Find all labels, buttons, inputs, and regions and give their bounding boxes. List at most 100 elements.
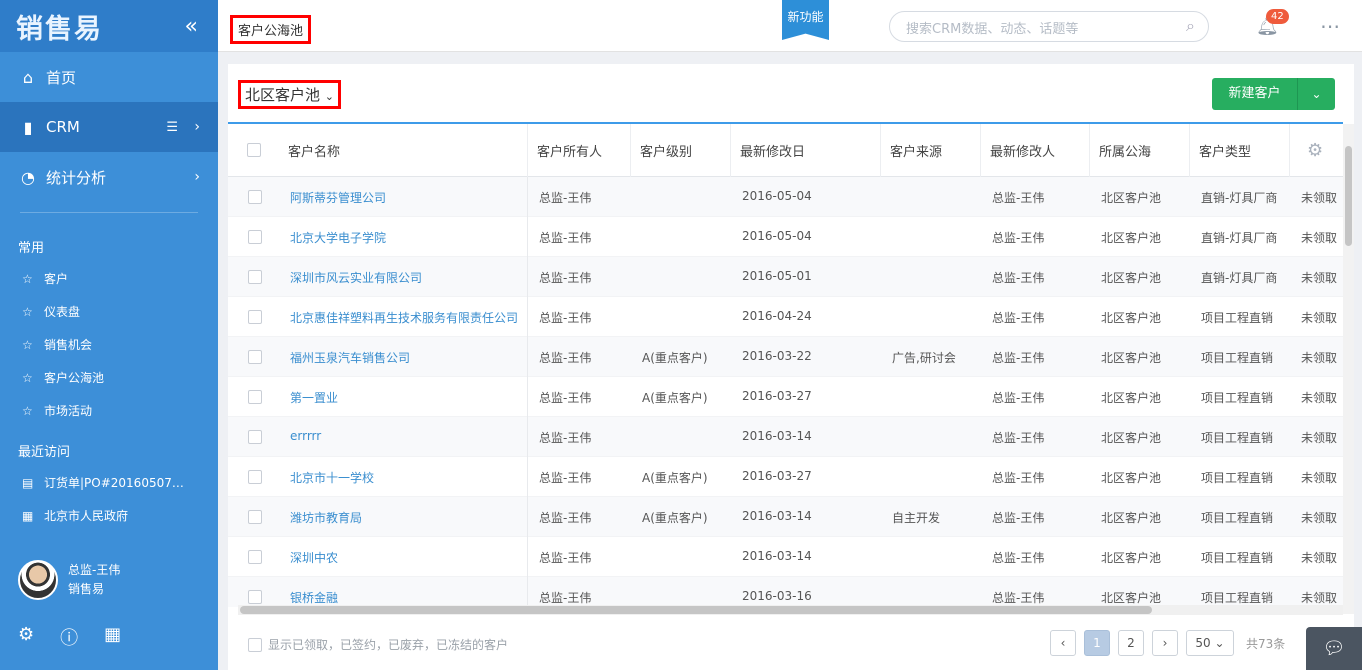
vertical-scroll-thumb[interactable] (1345, 146, 1352, 246)
customer-name-link[interactable]: 潍坊市教育局 (290, 509, 362, 526)
recent-item-order[interactable]: ▤ 订货单|PO#20160507… (0, 466, 218, 499)
next-page-button[interactable]: › (1152, 630, 1178, 656)
table-row[interactable]: 深圳中农 总监-王伟 2016-03-14 总监-王伟 北区客户池 项目工程直销 未领取 (228, 537, 1343, 577)
recent-item-government[interactable]: ▦ 北京市人民政府 (0, 499, 218, 532)
type-cell: 项目工程直销 (1201, 391, 1274, 405)
table-row[interactable]: 北京市十一学校 总监-王伟 A(重点客户) 2016-03-27 总监-王伟 北区客户池 项… (228, 457, 1343, 497)
type-cell: 项目工程直销 (1201, 591, 1274, 605)
new-customer-button[interactable]: 新建客户 ⌄ (1212, 78, 1335, 110)
pool-cell: 北区客户池 (1101, 551, 1162, 565)
new-features-ribbon[interactable]: 新功能 (782, 0, 829, 40)
horizontal-scroll-thumb[interactable] (240, 606, 1152, 614)
new-customer-label[interactable]: 新建客户 (1212, 78, 1298, 110)
customer-name-link[interactable]: 北京大学电子学院 (290, 229, 386, 246)
table-row[interactable]: 北京惠佳祥塑料再生技术服务有限责任公司 总监-王伟 2016-04-24 总监-王伟 北… (228, 297, 1343, 337)
apps-grid-icon[interactable]: ▦ (104, 624, 121, 650)
customer-name-link[interactable]: 北京惠佳祥塑料再生技术服务有限责任公司 (290, 309, 518, 326)
row-checkbox[interactable] (248, 430, 262, 444)
pool-cell: 北区客户池 (1101, 391, 1162, 405)
customer-name-link[interactable]: 银桥金融 (290, 589, 338, 606)
common-item-customer-pool[interactable]: ☆ 客户公海池 (0, 361, 218, 394)
table-row[interactable]: 银桥金融 总监-王伟 2016-03-16 总监-王伟 北区客户池 项目工程直销 未领取 (228, 577, 1343, 607)
owner-cell: 总监-王伟 (539, 551, 592, 565)
column-divider (1289, 124, 1290, 177)
customer-name-link[interactable]: 北京市十一学校 (290, 469, 374, 486)
table-row[interactable]: 潍坊市教育局 总监-王伟 A(重点客户) 2016-03-14 自主开发 总监-王伟 北区客… (228, 497, 1343, 537)
row-checkbox[interactable] (248, 510, 262, 524)
prev-page-button[interactable]: ‹ (1050, 630, 1076, 656)
common-item-dashboard[interactable]: ☆ 仪表盘 (0, 295, 218, 328)
type-cell: 项目工程直销 (1201, 551, 1274, 565)
column-settings-gear-icon[interactable]: ⚙ (1307, 140, 1323, 161)
row-checkbox[interactable] (248, 350, 262, 364)
search-icon[interactable]: ⌕ (1186, 16, 1195, 36)
row-checkbox[interactable] (248, 470, 262, 484)
row-checkbox[interactable] (248, 590, 262, 604)
type-cell: 项目工程直销 (1201, 351, 1274, 365)
row-checkbox[interactable] (248, 230, 262, 244)
customer-name-link[interactable]: 阿斯蒂芬管理公司 (290, 189, 386, 206)
table-row[interactable]: errrrr 总监-王伟 2016-03-14 总监-王伟 北区客户池 项目工程直销 未领取 (228, 417, 1343, 457)
column-header[interactable]: 客户类型 (1199, 141, 1251, 160)
star-icon: ☆ (22, 304, 33, 319)
page-size-select[interactable]: 50 ⌄ (1186, 630, 1234, 656)
main-panel: 北区客户池 ⌄ 新建客户 ⌄ 客户名称 客户所有人 客户级别 最新修改日 客户来… (228, 64, 1354, 670)
help-icon[interactable]: ⓘ (60, 624, 78, 650)
page-button[interactable]: 1 (1084, 630, 1110, 656)
column-divider (630, 124, 631, 177)
column-header[interactable]: 客户所有人 (537, 141, 602, 160)
customer-name-link[interactable]: errrrr (290, 429, 321, 443)
column-header[interactable]: 客户来源 (890, 141, 942, 160)
horizontal-scrollbar[interactable] (238, 605, 1343, 615)
sidebar: 销售易 « ⌂ 首页 ▮ CRM ☰ › ◔ 统计分析 › 常用 ☆ 客户 ☆ 仪表… (0, 0, 218, 670)
table-row[interactable]: 北京大学电子学院 总监-王伟 2016-05-04 总监-王伟 北区客户池 直销-灯具厂商… (228, 217, 1343, 257)
common-item-opportunity[interactable]: ☆ 销售机会 (0, 328, 218, 361)
customer-name-link[interactable]: 深圳中农 (290, 549, 338, 566)
table-row[interactable]: 深圳市风云实业有限公司 总监-王伟 2016-05-01 总监-王伟 北区客户池 直销-灯… (228, 257, 1343, 297)
avatar[interactable] (18, 560, 58, 600)
nav-analytics[interactable]: ◔ 统计分析 › (0, 152, 218, 202)
table-row[interactable]: 第一置业 总监-王伟 A(重点客户) 2016-03-27 总监-王伟 北区客户池 项目工程… (228, 377, 1343, 417)
gear-icon[interactable]: ⚙ (18, 624, 34, 650)
column-header[interactable]: 所属公海 (1099, 141, 1151, 160)
user-profile[interactable]: 总监-王伟 销售易 (18, 560, 120, 600)
row-checkbox[interactable] (248, 310, 262, 324)
source-cell: 广告,研讨会 (892, 351, 956, 365)
chat-icon[interactable]: 💬︎ (1306, 627, 1362, 670)
more-icon[interactable]: ⋯ (1320, 14, 1340, 38)
row-checkbox[interactable] (248, 190, 262, 204)
search-input[interactable]: 搜索CRM数据、动态、话题等 ⌕ (889, 11, 1209, 42)
chevron-down-icon[interactable]: ⌄ (1298, 78, 1335, 110)
column-header[interactable]: 最新修改人 (990, 141, 1055, 160)
customer-name-link[interactable]: 福州玉泉汽车销售公司 (290, 349, 410, 366)
status-cell: 未领取 (1301, 391, 1338, 405)
menu-add-icon[interactable]: ☰ (166, 120, 178, 135)
common-item-customer[interactable]: ☆ 客户 (0, 262, 218, 295)
pool-cell: 北区客户池 (1101, 471, 1162, 485)
recent-item-label: 订货单|PO#20160507… (44, 476, 184, 490)
nav-crm[interactable]: ▮ CRM ☰ › (0, 102, 218, 152)
show-all-toggle[interactable]: 显示已领取，已签约，已废弃，已冻结的客户 (248, 636, 508, 653)
pool-cell: 北区客户池 (1101, 351, 1162, 365)
owner-cell: 总监-王伟 (539, 311, 592, 325)
customer-name-link[interactable]: 第一置业 (290, 389, 338, 406)
table-row[interactable]: 福州玉泉汽车销售公司 总监-王伟 A(重点客户) 2016-03-22 广告,研讨会 总监… (228, 337, 1343, 377)
table-row[interactable]: 阿斯蒂芬管理公司 总监-王伟 2016-05-04 总监-王伟 北区客户池 直销-灯具厂商… (228, 177, 1343, 217)
page-button[interactable]: 2 (1118, 630, 1144, 656)
vertical-scrollbar[interactable] (1343, 124, 1354, 614)
column-header[interactable]: 客户名称 (288, 141, 340, 160)
common-item-marketing[interactable]: ☆ 市场活动 (0, 394, 218, 427)
collapse-sidebar-icon[interactable]: « (185, 14, 198, 39)
nav-home[interactable]: ⌂ 首页 (0, 52, 218, 102)
owner-cell: 总监-王伟 (539, 591, 592, 605)
top-bar: 客户公海池 新功能 搜索CRM数据、动态、话题等 ⌕ 🔔︎ 42 ⋯ (218, 0, 1362, 52)
pool-filter-select[interactable]: 北区客户池 ⌄ (238, 80, 342, 109)
row-checkbox[interactable] (248, 270, 262, 284)
customer-name-link[interactable]: 深圳市风云实业有限公司 (290, 269, 422, 286)
column-header[interactable]: 客户级别 (640, 141, 692, 160)
row-checkbox[interactable] (248, 550, 262, 564)
row-checkbox[interactable] (248, 390, 262, 404)
show-all-checkbox[interactable] (248, 637, 262, 652)
select-all-checkbox[interactable] (247, 143, 261, 157)
column-header[interactable]: 最新修改日 (740, 141, 805, 160)
